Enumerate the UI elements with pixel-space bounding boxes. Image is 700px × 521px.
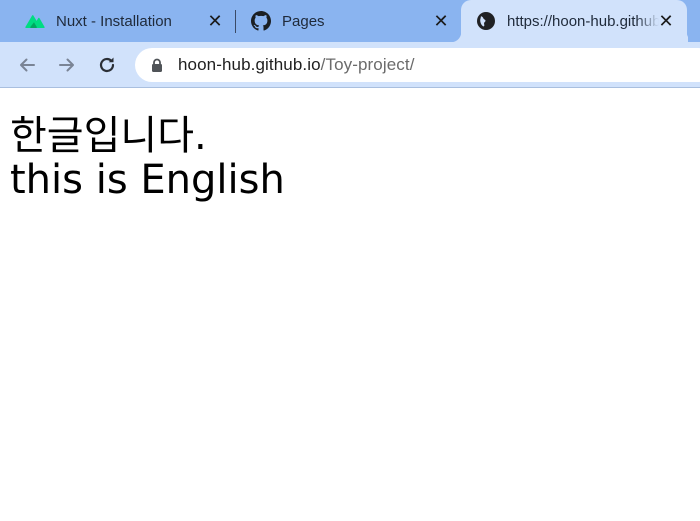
- tab-active-toy-project[interactable]: https://hoon-hub.github.io/Toy-project/ …: [451, 0, 697, 42]
- close-tab-icon[interactable]: ✕: [656, 11, 676, 32]
- url-path: /Toy-project/: [320, 55, 415, 74]
- tab-strip-edge: [688, 0, 700, 42]
- url-host: hoon-hub.github.io: [178, 55, 321, 74]
- tab-nuxt-installation[interactable]: Nuxt - Installation ✕: [0, 0, 235, 42]
- tab-pages[interactable]: Pages ✕: [236, 0, 458, 42]
- back-button[interactable]: [13, 51, 41, 79]
- reload-icon: [99, 57, 115, 73]
- address-bar[interactable]: hoon-hub.github.io/Toy-project/: [135, 48, 700, 82]
- tab-strip: Nuxt - Installation ✕ Pages ✕ https://ho: [0, 0, 700, 42]
- reload-button[interactable]: [93, 51, 121, 79]
- close-tab-icon[interactable]: ✕: [431, 11, 451, 32]
- tab-title: https://hoon-hub.github.io/Toy-project/: [507, 12, 659, 30]
- page-content: 한글입니다. this is English: [0, 89, 700, 521]
- arrow-left-icon: [20, 58, 35, 72]
- forward-button[interactable]: [53, 51, 81, 79]
- korean-text: 한글입니다.: [10, 113, 207, 159]
- nuxt-logo-icon: [24, 10, 46, 32]
- close-tab-icon[interactable]: ✕: [205, 11, 225, 32]
- github-logo-icon: [250, 10, 272, 32]
- url-text[interactable]: hoon-hub.github.io/Toy-project/: [178, 55, 415, 75]
- globe-icon: [475, 10, 497, 32]
- browser-window: Nuxt - Installation ✕ Pages ✕ https://ho: [0, 0, 700, 521]
- english-text: this is English: [10, 157, 285, 203]
- lock-icon[interactable]: [149, 57, 165, 73]
- browser-toolbar: hoon-hub.github.io/Toy-project/: [0, 42, 700, 88]
- arrow-right-icon: [59, 58, 74, 72]
